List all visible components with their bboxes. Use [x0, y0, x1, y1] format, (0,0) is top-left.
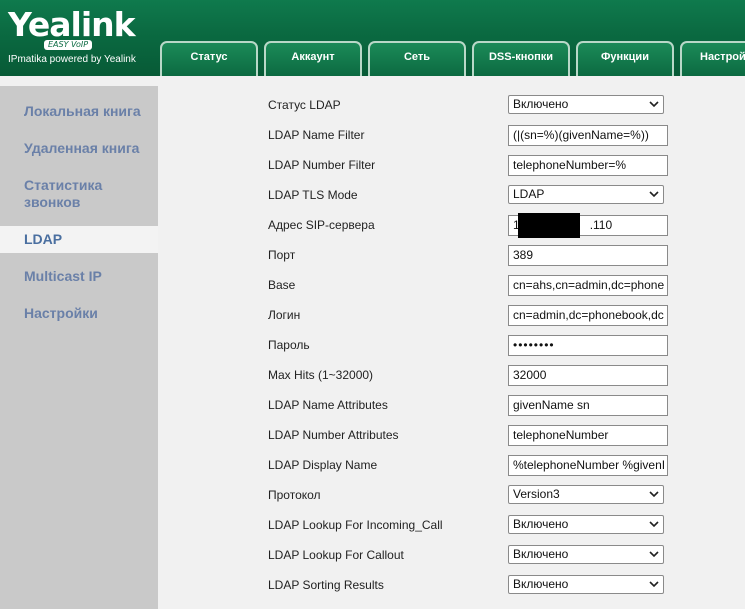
status-ldap-select[interactable]: Включено	[508, 95, 664, 114]
sidebar-item-call-stats[interactable]: Статистика звонков	[0, 177, 130, 211]
name-attributes-label: LDAP Name Attributes	[268, 398, 388, 412]
tab-dss-keys[interactable]: DSS-кнопки	[472, 41, 570, 76]
base-label: Base	[268, 278, 296, 292]
protocol-value: Version3	[513, 487, 560, 501]
password-label: Пароль	[268, 338, 310, 352]
status-ldap-value: Включено	[513, 97, 569, 111]
sidebar-item-local-book[interactable]: Локальная книга	[0, 103, 158, 120]
name-filter-input[interactable]: (|(sn=%)(givenName=%))	[508, 125, 668, 146]
logo-tagline: EASY VoIP	[44, 40, 93, 50]
lookup-callout-select[interactable]: Включено	[508, 545, 664, 564]
sorting-value: Включено	[513, 577, 569, 591]
login-label: Логин	[268, 308, 301, 322]
number-filter-label: LDAP Number Filter	[268, 158, 376, 172]
protocol-label: Протокол	[268, 488, 321, 502]
sidebar: Локальная книга Удаленная книга Статисти…	[0, 86, 158, 609]
sidebar-item-remote-book[interactable]: Удаленная книга	[0, 140, 158, 157]
max-hits-label: Max Hits (1~32000)	[268, 368, 374, 382]
tls-mode-label: LDAP TLS Mode	[268, 188, 358, 202]
name-attributes-input[interactable]: givenName sn	[508, 395, 668, 416]
sorting-select[interactable]: Включено	[508, 575, 664, 594]
tls-mode-value: LDAP	[513, 187, 545, 201]
tab-features[interactable]: Функции	[576, 41, 674, 76]
tab-status[interactable]: Статус	[160, 41, 258, 76]
lookup-incoming-select[interactable]: Включено	[508, 515, 664, 534]
name-filter-label: LDAP Name Filter	[268, 128, 365, 142]
port-input[interactable]: 389	[508, 245, 668, 266]
sorting-label: LDAP Sorting Results	[268, 578, 384, 592]
chevron-down-icon	[649, 581, 659, 588]
tab-account[interactable]: Аккаунт	[264, 41, 362, 76]
sidebar-item-ldap[interactable]: LDAP	[0, 226, 158, 253]
status-ldap-label: Статус LDAP	[268, 98, 341, 112]
display-name-label: LDAP Display Name	[268, 458, 378, 472]
sidebar-item-multicast-ip[interactable]: Multicast IP	[0, 268, 158, 285]
sidebar-item-settings[interactable]: Настройки	[0, 305, 158, 322]
number-filter-input[interactable]: telephoneNumber=%	[508, 155, 668, 176]
header-bar: Yealink EASY VoIP IPmatika powered by Ye…	[0, 0, 745, 76]
display-name-input[interactable]: %telephoneNumber %givenI	[508, 455, 668, 476]
tab-settings[interactable]: Настрой	[680, 41, 745, 76]
password-input[interactable]: ••••••••	[508, 335, 668, 356]
server-label: Адрес SIP-сервера	[268, 218, 375, 232]
yealink-logo[interactable]: Yealink EASY VoIP IPmatika powered by Ye…	[8, 6, 148, 70]
number-attributes-label: LDAP Number Attributes	[268, 428, 399, 442]
max-hits-input[interactable]: 32000	[508, 365, 668, 386]
tab-network[interactable]: Сеть	[368, 41, 466, 76]
chevron-down-icon	[649, 491, 659, 498]
logo-subtitle: IPmatika powered by Yealink	[8, 54, 136, 65]
lookup-incoming-value: Включено	[513, 517, 569, 531]
main-tabs: Статус Аккаунт Сеть DSS-кнопки Функции Н…	[160, 41, 745, 76]
base-input[interactable]: cn=ahs,cn=admin,dc=phone	[508, 275, 668, 296]
server-value-suffix: .110	[589, 218, 613, 232]
chevron-down-icon	[649, 101, 659, 108]
port-label: Порт	[268, 248, 296, 262]
redaction-box	[518, 213, 580, 238]
chevron-down-icon	[649, 191, 659, 198]
chevron-down-icon	[649, 551, 659, 558]
chevron-down-icon	[649, 521, 659, 528]
lookup-incoming-label: LDAP Lookup For Incoming_Call	[268, 518, 443, 532]
lookup-callout-value: Включено	[513, 547, 569, 561]
login-input[interactable]: cn=admin,dc=phonebook,dc	[508, 305, 668, 326]
tls-mode-select[interactable]: LDAP	[508, 185, 664, 204]
number-attributes-input[interactable]: telephoneNumber	[508, 425, 668, 446]
protocol-select[interactable]: Version3	[508, 485, 664, 504]
lookup-callout-label: LDAP Lookup For Callout	[268, 548, 404, 562]
logo-wordmark: Yealink	[8, 5, 136, 44]
